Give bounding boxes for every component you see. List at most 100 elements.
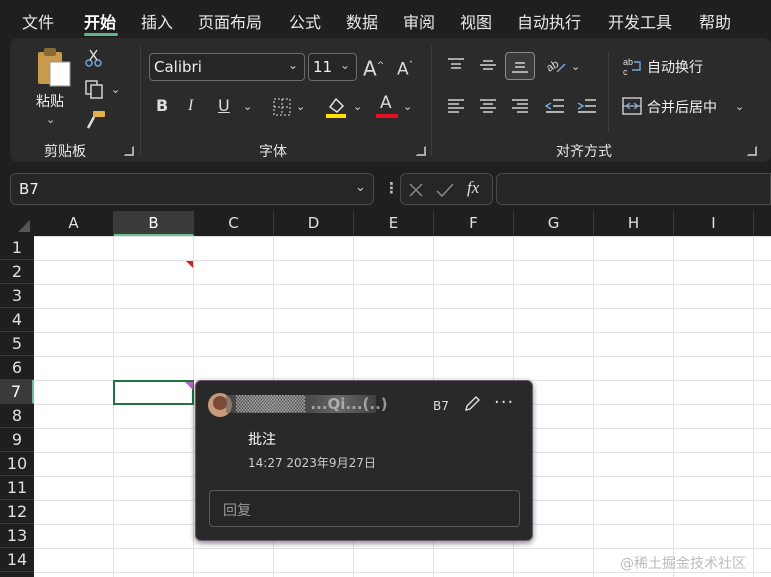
svg-text:c: c: [623, 67, 628, 76]
font-color-icon[interactable]: A: [376, 95, 398, 119]
row-header-8[interactable]: 8: [0, 404, 34, 428]
row-header-10[interactable]: 10: [0, 452, 34, 476]
cut-icon[interactable]: [84, 48, 104, 68]
tab-insert[interactable]: 插入: [141, 9, 173, 33]
grow-font-icon[interactable]: A^: [363, 56, 384, 79]
font-group-label: 字体: [259, 144, 287, 160]
chevron-down-icon[interactable]: ⌄: [355, 180, 366, 195]
underline-button[interactable]: U: [218, 98, 230, 114]
fill-color-dropdown-chevron-icon[interactable]: ⌄: [353, 99, 362, 115]
reply-placeholder: 回复: [223, 503, 251, 519]
align-center-icon[interactable]: [479, 98, 497, 114]
tab-view[interactable]: 视图: [460, 9, 492, 33]
column-header-g[interactable]: G: [514, 211, 594, 236]
italic-button[interactable]: I: [188, 98, 193, 114]
comment-indicator-icon[interactable]: [185, 382, 193, 390]
font-launcher-icon[interactable]: [416, 146, 426, 156]
merge-center-button[interactable]: 合并后居中: [647, 97, 717, 117]
wrap-text-button[interactable]: 自动换行: [647, 57, 703, 77]
bold-button[interactable]: B: [156, 98, 168, 114]
shrink-font-glyph: A: [397, 59, 409, 80]
merge-center-icon[interactable]: [622, 97, 642, 115]
copy-dropdown-chevron-icon[interactable]: ⌄: [111, 82, 120, 98]
row-header-3[interactable]: 3: [0, 284, 34, 308]
align-middle-icon[interactable]: [479, 57, 497, 73]
font-color-dropdown-chevron-icon[interactable]: ⌄: [403, 99, 412, 115]
font-size-select[interactable]: 11 ⌄: [308, 53, 357, 81]
grow-font-glyph: A: [363, 56, 377, 81]
row-header-6[interactable]: 6: [0, 356, 34, 380]
row-header-12[interactable]: 12: [0, 500, 34, 524]
name-box-value: B7: [19, 180, 39, 198]
row-header-7[interactable]: 7: [0, 380, 34, 404]
formula-input[interactable]: [496, 173, 771, 205]
comment-text: 批注: [248, 432, 276, 448]
comment-timestamp: 14:27 2023年9月27日: [248, 456, 376, 470]
enter-icon[interactable]: [435, 181, 455, 199]
comment-author: ▒▒▒▒▒▒ ...Qi...(..): [236, 395, 388, 413]
orientation-dropdown-chevron-icon[interactable]: ⌄: [571, 59, 580, 75]
tab-developer[interactable]: 开发工具: [608, 9, 672, 33]
more-actions-icon[interactable]: ···: [494, 392, 514, 413]
borders-dropdown-chevron-icon[interactable]: ⌄: [296, 99, 305, 115]
orientation-icon[interactable]: ab: [545, 55, 567, 75]
tab-help[interactable]: 帮助: [699, 9, 731, 33]
underline-dropdown-chevron-icon[interactable]: ⌄: [243, 99, 252, 115]
paste-label[interactable]: 粘贴: [36, 91, 64, 111]
increase-indent-icon[interactable]: [577, 98, 597, 114]
paste-icon[interactable]: [36, 46, 72, 88]
merge-dropdown-chevron-icon[interactable]: ⌄: [735, 99, 744, 115]
format-painter-icon[interactable]: [84, 110, 106, 130]
column-header-f[interactable]: F: [434, 211, 514, 236]
align-right-icon[interactable]: [511, 98, 529, 114]
row-header-5[interactable]: 5: [0, 332, 34, 356]
tab-automate[interactable]: 自动执行: [517, 9, 581, 33]
watermark: @稀土掘金技术社区: [620, 556, 746, 572]
tab-formulas[interactable]: 公式: [289, 9, 321, 33]
wrap-text-icon[interactable]: ab c: [622, 56, 644, 76]
row-header-4[interactable]: 4: [0, 308, 34, 332]
insert-function-button[interactable]: fx: [467, 178, 479, 198]
row-header-14[interactable]: 14: [0, 548, 34, 572]
tab-home[interactable]: 开始: [84, 9, 116, 33]
column-header-i[interactable]: I: [674, 211, 754, 236]
cancel-icon[interactable]: [407, 181, 425, 199]
font-name-select[interactable]: Calibri ⌄: [149, 53, 305, 81]
active-cell[interactable]: [113, 380, 194, 405]
row-header-2[interactable]: 2: [0, 260, 34, 284]
edit-icon[interactable]: [463, 395, 481, 413]
alignment-launcher-icon[interactable]: [747, 146, 757, 156]
chevron-down-icon: ⌄: [339, 58, 350, 72]
align-left-icon[interactable]: [447, 98, 465, 114]
tab-review[interactable]: 审阅: [403, 9, 435, 33]
align-bottom-button[interactable]: [505, 52, 535, 80]
row-header-1[interactable]: 1: [0, 236, 34, 260]
column-header-c[interactable]: C: [194, 211, 274, 236]
column-header-d[interactable]: D: [274, 211, 354, 236]
column-header-e[interactable]: E: [354, 211, 434, 236]
column-header-b[interactable]: B: [114, 211, 194, 236]
more-options-icon[interactable]: ⋮: [384, 179, 399, 197]
reply-input[interactable]: 回复: [209, 490, 520, 527]
row-header-9[interactable]: 9: [0, 428, 34, 452]
select-all-corner[interactable]: [0, 211, 34, 236]
row-header-11[interactable]: 11: [0, 476, 34, 500]
fill-color-icon[interactable]: [325, 95, 347, 119]
tab-page-layout[interactable]: 页面布局: [198, 9, 262, 33]
column-header-a[interactable]: A: [34, 211, 114, 236]
clipboard-launcher-icon[interactable]: [124, 146, 134, 156]
borders-icon[interactable]: [272, 97, 292, 117]
chevron-down-icon: ⌄: [287, 58, 298, 72]
decrease-indent-icon[interactable]: [545, 98, 565, 114]
shrink-font-icon[interactable]: Aˇ: [397, 58, 413, 79]
tab-file[interactable]: 文件: [22, 9, 54, 33]
align-top-icon[interactable]: [447, 57, 465, 73]
paste-dropdown-chevron-icon[interactable]: ⌄: [46, 112, 55, 128]
row-header-13[interactable]: 13: [0, 524, 34, 548]
column-header-h[interactable]: H: [594, 211, 674, 236]
note-indicator-icon[interactable]: [186, 261, 193, 268]
name-box[interactable]: B7 ⌄: [10, 173, 374, 205]
copy-icon[interactable]: [84, 79, 104, 99]
menu-bar: 文件 开始 插入 页面布局 公式 数据 审阅 视图 自动执行 开发工具 帮助: [0, 0, 771, 38]
tab-data[interactable]: 数据: [346, 9, 378, 33]
